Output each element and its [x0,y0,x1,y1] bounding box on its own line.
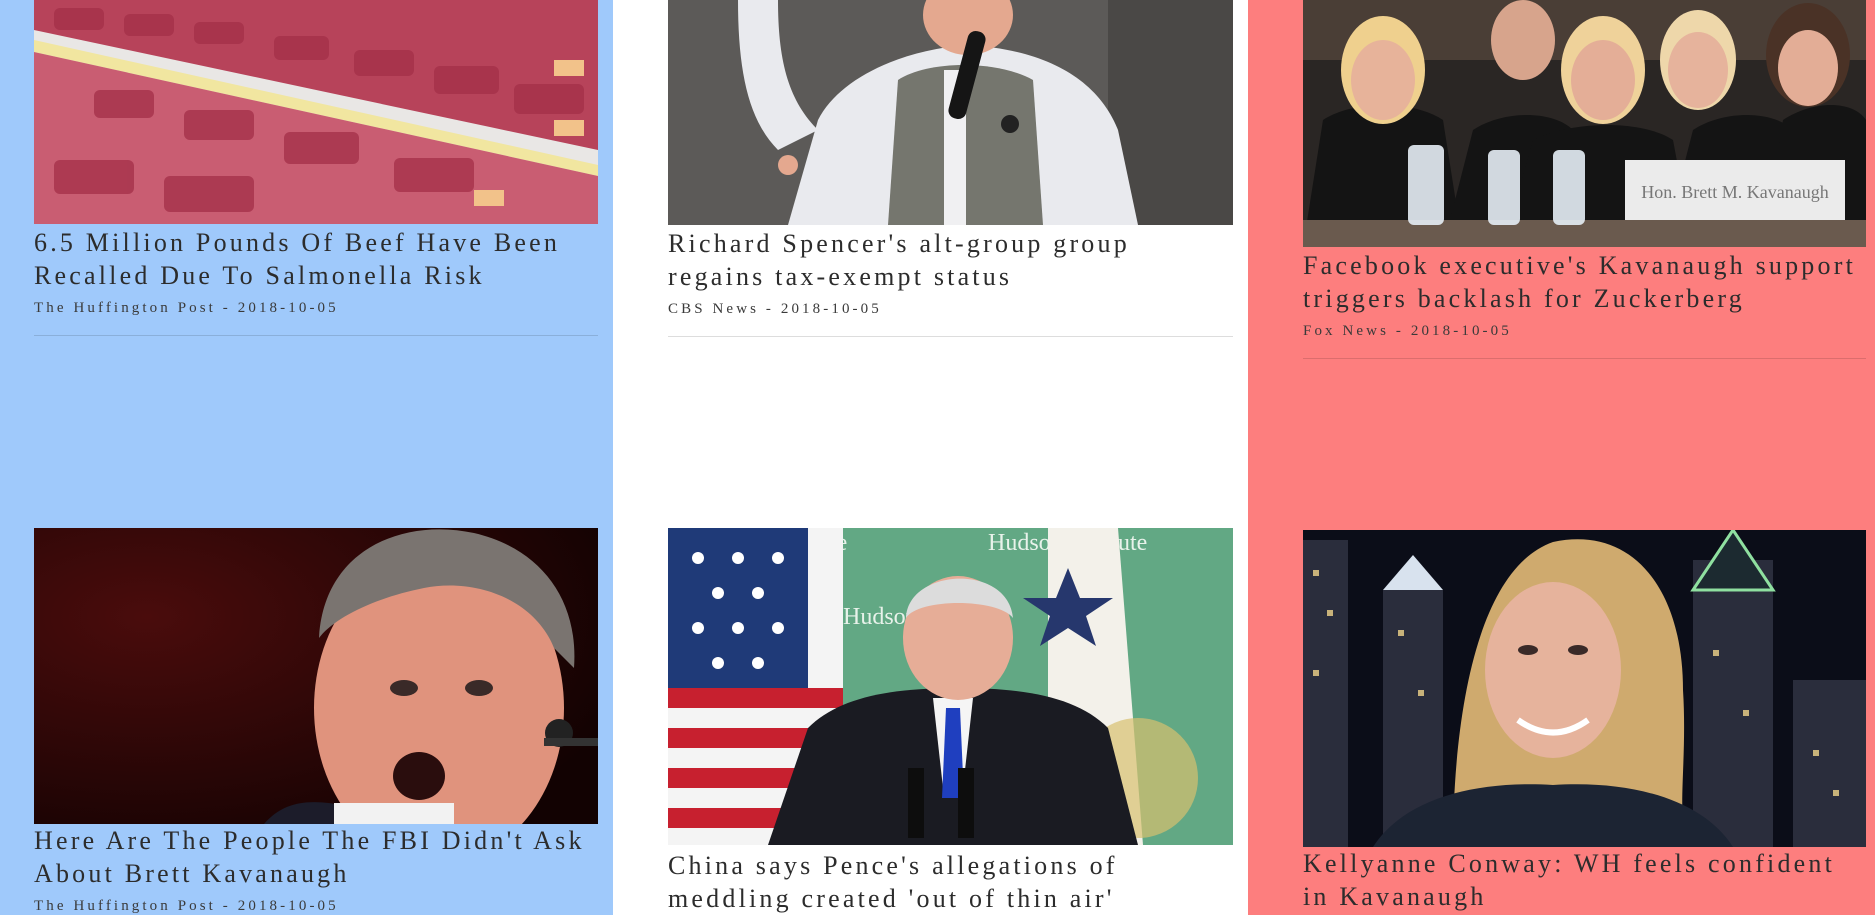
headline[interactable]: Richard Spencer's alt-group group regain… [668,227,1233,293]
news-card-kellyanne-conway[interactable]: Kellyanne Conway: WH feels confident in … [1303,530,1866,913]
card-divider [668,336,1233,337]
source-date: The Huffington Post - 2018-10-05 [34,300,339,316]
headline[interactable]: Facebook executive's Kavanaugh support t… [1303,249,1866,315]
card-divider [34,335,598,336]
thumbnail-woman-interview[interactable] [1303,530,1866,847]
right-column: Hon. Brett M. Kavanaugh Facebook executi… [1248,0,1875,915]
news-card-china-pence[interactable]: Hudson Institute Hudson Institute Hudson… [668,528,1233,915]
headline[interactable]: Kellyanne Conway: WH feels confident in … [1303,847,1866,913]
news-card-richard-spencer[interactable]: Richard Spencer's alt-group group regain… [668,0,1233,337]
source-date: Fox News - 2018-10-05 [1303,323,1512,339]
news-card-beef-recall[interactable]: 6.5 Million Pounds Of Beef Have Been Rec… [34,0,598,336]
news-card-facebook-kavanaugh[interactable]: Hon. Brett M. Kavanaugh Facebook executi… [1303,0,1866,359]
news-card-fbi-kavanaugh[interactable]: Here Are The People The FBI Didn't Ask A… [34,528,598,915]
card-divider [1303,358,1866,359]
headline[interactable]: China says Pence's allegations of meddli… [668,849,1233,915]
name-placard: Hon. Brett M. Kavanaugh [1641,182,1828,202]
source-date: The Huffington Post - 2018-10-05 [34,898,339,914]
thumbnail-man-speaking[interactable] [668,0,1233,225]
thumbnail-pence-podium[interactable]: Hudson Institute Hudson Institute Hudson… [668,528,1233,845]
thumbnail-meat-display[interactable] [34,0,598,224]
thumbnail-hearing-audience[interactable]: Hon. Brett M. Kavanaugh [1303,0,1866,247]
left-column: 6.5 Million Pounds Of Beef Have Been Rec… [0,0,613,915]
source-date: CBS News - 2018-10-05 [668,301,882,317]
thumbnail-man-testifying[interactable] [34,528,598,824]
middle-column: Richard Spencer's alt-group group regain… [613,0,1248,915]
headline[interactable]: Here Are The People The FBI Didn't Ask A… [34,824,598,890]
headline[interactable]: 6.5 Million Pounds Of Beef Have Been Rec… [34,226,598,292]
